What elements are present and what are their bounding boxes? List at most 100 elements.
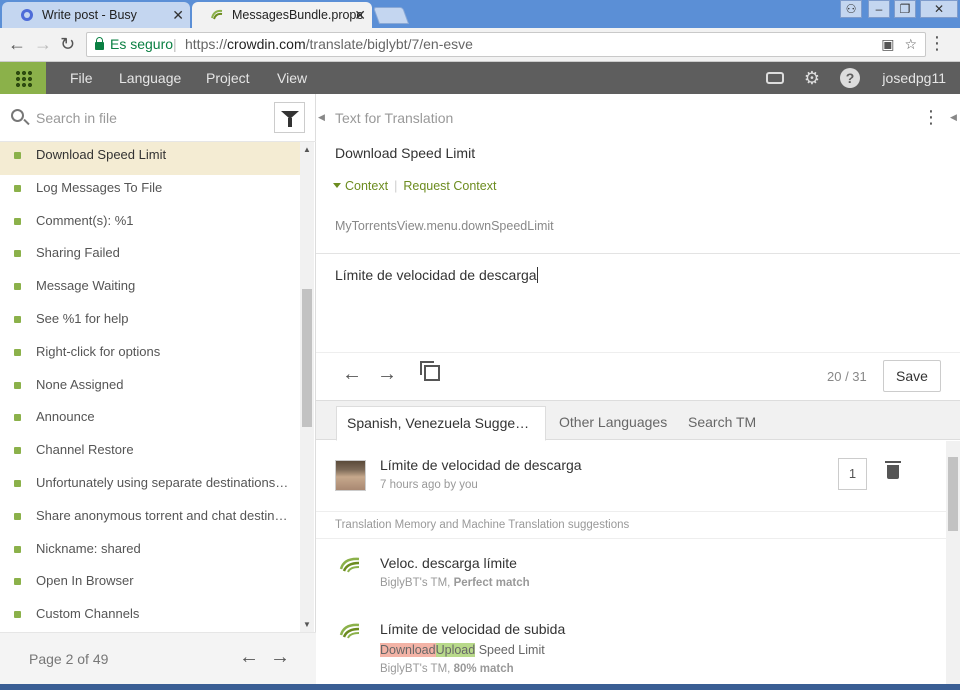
profile-icon[interactable]: ⚇	[840, 0, 862, 18]
secure-indicator[interactable]: Es seguro	[95, 33, 173, 56]
string-list-item[interactable]: Right-click for options	[0, 339, 300, 372]
string-list-item[interactable]: Log Messages To File	[0, 175, 300, 208]
string-list-label: Right-click for options	[36, 343, 161, 359]
tab-other-languages[interactable]: Other Languages	[549, 406, 677, 441]
string-list-item[interactable]: Sharing Failed	[0, 240, 300, 273]
string-list-item[interactable]: Unfortunately using separate destination…	[0, 470, 300, 503]
diff-deleted: Download	[380, 643, 436, 657]
next-string-icon[interactable]: →	[377, 363, 397, 385]
gear-icon[interactable]: ⚙	[802, 68, 822, 88]
strings-panel: Download Speed Limit Log Messages To File…	[0, 94, 316, 690]
string-list-label: Unfortunately using separate destination…	[36, 474, 300, 490]
suggestion-tabs: Spanish, Venezuela Suggestions Other Lan…	[316, 400, 960, 441]
string-list-label: Comment(s): %1	[36, 212, 134, 228]
tm-section-header: Translation Memory and Machine Translati…	[316, 511, 946, 539]
scrollbar-thumb[interactable]	[302, 289, 312, 427]
help-icon[interactable]: ?	[840, 68, 860, 88]
trash-icon[interactable]	[885, 461, 901, 479]
string-list-item[interactable]: Nickname: shared	[0, 536, 300, 569]
vote-count[interactable]: 1	[838, 458, 867, 490]
string-list-label: Download Speed Limit	[36, 147, 167, 162]
browser-tab-crowdin[interactable]: MessagesBundle.properti ✕	[192, 2, 372, 28]
busy-favicon-icon	[21, 9, 33, 21]
string-key: MyTorrentsView.menu.downSpeedLimit	[335, 219, 554, 233]
prev-page-icon[interactable]: ←	[239, 646, 259, 668]
bookmark-star-icon[interactable]: ☆	[904, 36, 917, 52]
context-toggle[interactable]: Context	[333, 179, 388, 193]
string-list-item[interactable]: Message Waiting	[0, 273, 300, 306]
tab-title: Write post - Busy	[42, 8, 137, 22]
menu-file[interactable]: File	[70, 62, 93, 94]
new-tab-button[interactable]	[372, 7, 410, 24]
string-list-label: Custom Channels	[36, 606, 140, 622]
char-counter: 20 / 31	[827, 369, 867, 384]
status-bullet-icon	[14, 545, 21, 553]
close-window-icon[interactable]: ✕	[920, 0, 958, 18]
string-list-label: Share anonymous torrent and chat destina…	[36, 507, 300, 523]
filter-icon	[281, 111, 299, 127]
next-page-icon[interactable]: →	[270, 646, 290, 668]
string-list-item[interactable]: Download Speed Limit	[0, 142, 300, 175]
suggestion-list: Límite de velocidad de descarga 7 hours …	[316, 441, 946, 690]
menu-view[interactable]: View	[277, 62, 307, 94]
string-list-scrollbar[interactable]: ▲ ▼	[300, 142, 314, 632]
tab-search-tm[interactable]: Search TM	[678, 406, 766, 441]
lock-icon	[95, 37, 104, 50]
tab-language-suggestions[interactable]: Spanish, Venezuela Suggestions	[336, 406, 546, 441]
string-list-item[interactable]: Comment(s): %1	[0, 208, 300, 241]
save-button[interactable]: Save	[883, 360, 941, 392]
string-list-label: See %1 for help	[36, 310, 129, 326]
string-list-item[interactable]: Announce	[0, 404, 300, 437]
collapse-right-panel-icon[interactable]: ◀	[950, 112, 957, 123]
copy-source-icon[interactable]	[420, 361, 440, 381]
divider	[316, 253, 960, 254]
scroll-up-icon[interactable]: ▲	[303, 145, 311, 154]
own-suggestion-text[interactable]: Límite de velocidad de descarga	[380, 457, 582, 473]
avatar	[335, 460, 366, 491]
reload-icon[interactable]: ↻	[60, 34, 75, 54]
string-list-label: None Assigned	[36, 376, 124, 392]
menu-language[interactable]: Language	[119, 62, 181, 94]
tab-close-icon[interactable]: ✕	[172, 2, 184, 28]
browser-menu-icon[interactable]: ⋮	[928, 33, 946, 54]
string-list-item[interactable]: Share anonymous torrent and chat destina…	[0, 503, 300, 536]
search-input[interactable]	[36, 106, 251, 130]
keyboard-icon[interactable]	[766, 72, 784, 84]
page-indicator: Page 2 of 49	[29, 651, 109, 667]
more-options-icon[interactable]: ⋮	[922, 108, 940, 126]
menu-project[interactable]: Project	[206, 62, 250, 94]
status-bullet-icon	[14, 512, 21, 520]
prev-string-icon[interactable]: ←	[342, 363, 362, 385]
tm-suggestion-meta: BiglyBT's TM, 80% match	[380, 663, 514, 675]
browser-tab-busy[interactable]: Write post - Busy ✕	[2, 2, 190, 28]
diff-inserted: Upload	[435, 643, 476, 657]
url-field[interactable]: Es seguro | https://crowdin.com/translate…	[86, 32, 926, 57]
filter-button[interactable]	[274, 102, 305, 133]
apps-grid-button[interactable]	[0, 62, 46, 94]
translation-textarea[interactable]: Límite de velocidad de descarga	[335, 267, 538, 283]
string-list-label: Sharing Failed	[36, 245, 120, 261]
request-context-link[interactable]: Request Context	[403, 179, 496, 193]
scrollbar-thumb[interactable]	[948, 457, 958, 531]
username[interactable]: josedpg11	[882, 62, 946, 94]
minimize-icon[interactable]: –	[868, 0, 890, 18]
restore-icon[interactable]: ❐	[894, 0, 916, 18]
back-icon[interactable]: ←	[8, 34, 26, 54]
string-list-item[interactable]: Custom Channels	[0, 601, 300, 632]
suggestion-scrollbar[interactable]	[946, 441, 960, 690]
string-list-item[interactable]: Open In Browser	[0, 568, 300, 601]
tm-suggestion-text[interactable]: Veloc. descarga límite	[380, 555, 517, 571]
translate-icon[interactable]: ▣	[881, 36, 894, 52]
string-list-item[interactable]: None Assigned	[0, 372, 300, 405]
string-list-label: Open In Browser	[36, 573, 134, 589]
tm-suggestion-text[interactable]: Límite de velocidad de subida	[380, 621, 565, 637]
tab-close-icon[interactable]: ✕	[354, 2, 366, 28]
string-list-item[interactable]: Channel Restore	[0, 437, 300, 470]
scroll-down-icon[interactable]: ▼	[303, 620, 311, 629]
status-bullet-icon	[14, 414, 21, 422]
string-list-item[interactable]: See %1 for help	[0, 306, 300, 339]
context-row: Context | Request Context	[333, 179, 496, 193]
string-list-label: Log Messages To File	[36, 179, 163, 195]
forward-icon[interactable]: →	[34, 34, 52, 54]
status-bullet-icon	[14, 250, 21, 258]
